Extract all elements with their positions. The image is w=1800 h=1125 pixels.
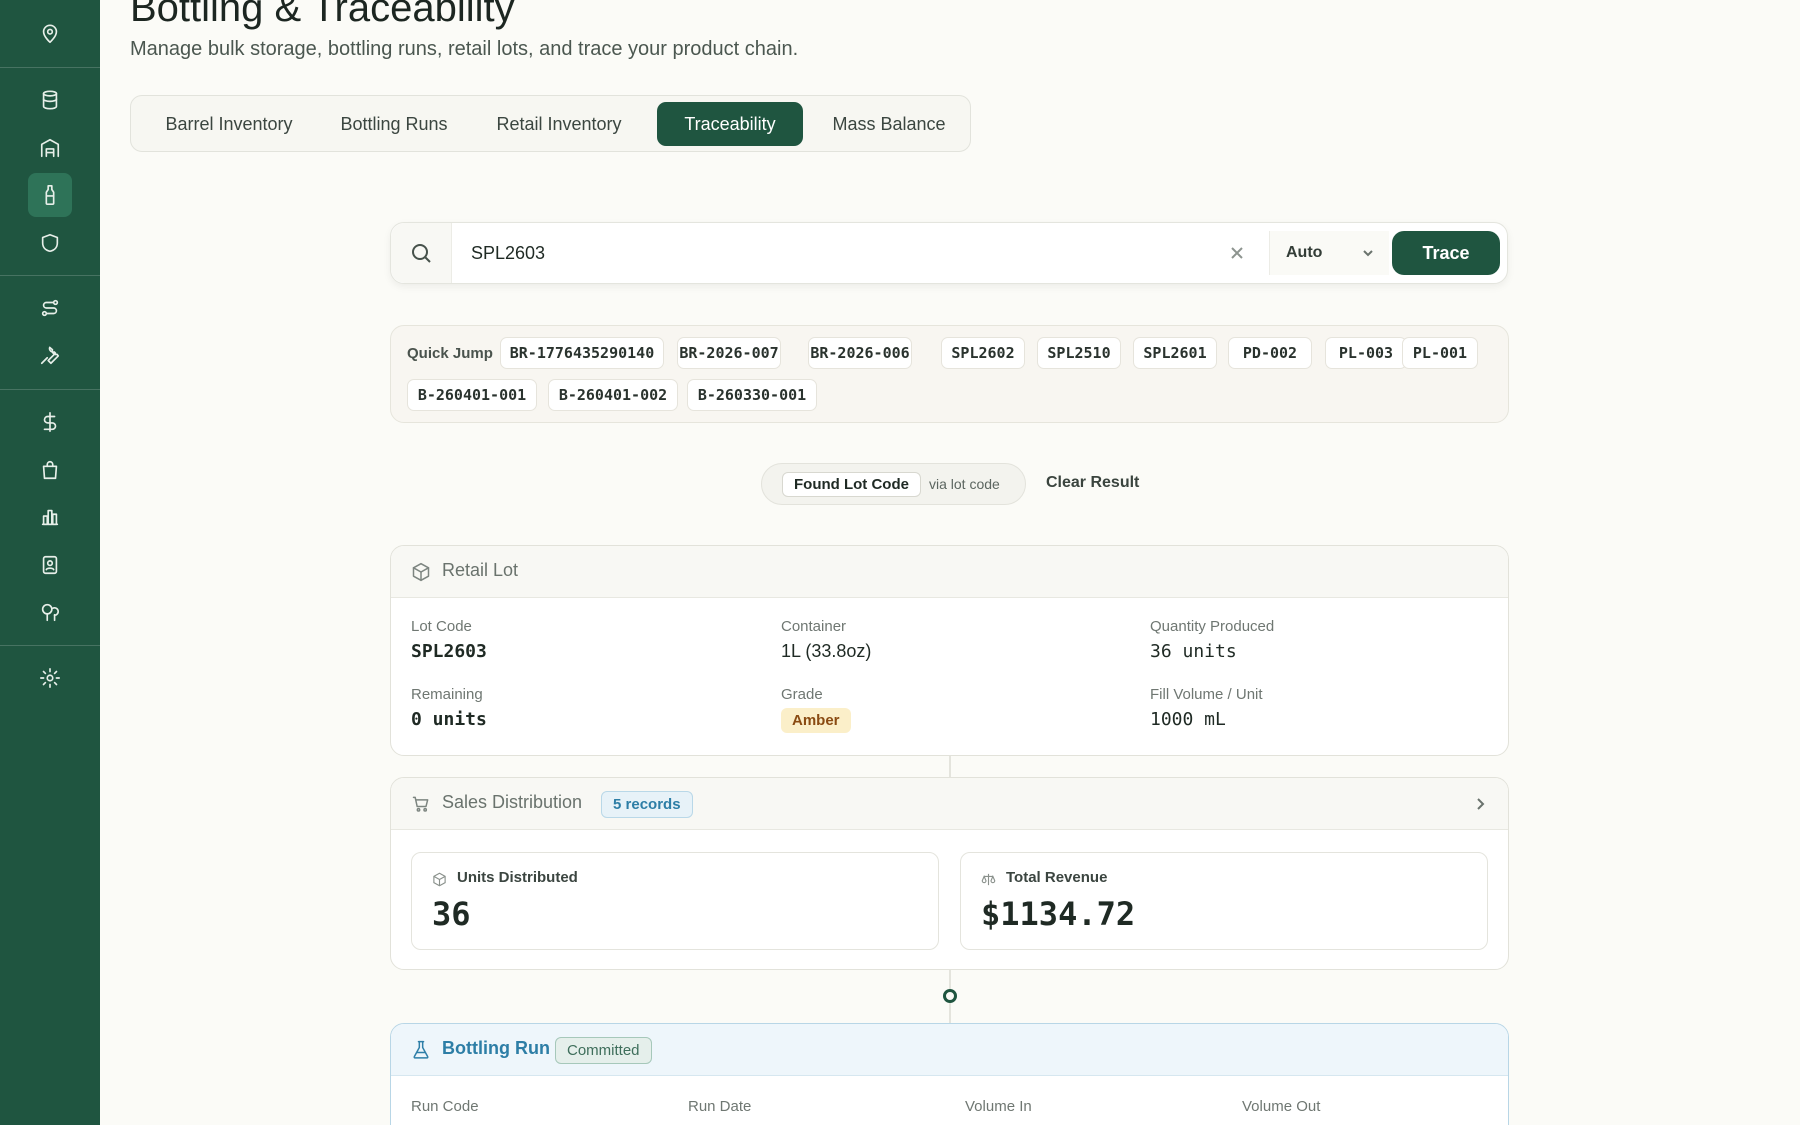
- quick-jump-chip[interactable]: PD-002: [1228, 337, 1312, 369]
- remaining-value: 0 units: [411, 709, 487, 730]
- records-count-badge: 5 records: [601, 791, 693, 818]
- field-label: Grade: [781, 686, 823, 703]
- field-label: Fill Volume / Unit: [1150, 686, 1263, 703]
- quick-jump-chip[interactable]: BR-2026-007: [677, 337, 781, 369]
- units-distributed-value: 36: [432, 895, 471, 933]
- tab-bottling-runs[interactable]: Bottling Runs: [323, 102, 465, 146]
- bottling-run-header: Bottling Run Committed: [391, 1024, 1508, 1076]
- quick-jump-chip[interactable]: PL-003: [1325, 337, 1407, 369]
- tab-mass-balance[interactable]: Mass Balance: [811, 102, 967, 146]
- result-status-pill: Found Lot Code via lot code: [761, 463, 1026, 505]
- quick-jump-chip[interactable]: BR-1776435290140: [500, 337, 664, 369]
- sidebar-divider: [0, 645, 100, 646]
- found-lot-code-badge: Found Lot Code: [782, 472, 921, 497]
- search-mode-select[interactable]: Auto: [1269, 231, 1389, 275]
- tab-barrel-inventory[interactable]: Barrel Inventory: [137, 102, 321, 146]
- flask-icon: [413, 1040, 429, 1059]
- field-label: Lot Code: [411, 618, 472, 635]
- column-header: Volume Out: [1242, 1098, 1321, 1115]
- search-mode-value: Auto: [1286, 244, 1323, 261]
- page-title: Bottling & Traceability: [130, 0, 515, 30]
- grade-badge: Amber: [781, 708, 851, 733]
- chevron-right-icon[interactable]: [1472, 796, 1488, 812]
- quick-jump-chip[interactable]: B-260401-001: [407, 379, 537, 411]
- tab-retail-inventory[interactable]: Retail Inventory: [477, 102, 641, 146]
- trace-connector: [949, 756, 951, 777]
- quick-jump-chip[interactable]: B-260401-002: [548, 379, 678, 411]
- column-header: Run Date: [688, 1098, 752, 1115]
- tab-traceability[interactable]: Traceability: [657, 102, 803, 146]
- clear-search-icon[interactable]: [1225, 241, 1249, 265]
- route-icon[interactable]: [28, 286, 72, 330]
- fill-volume-value: 1000 mL: [1150, 709, 1226, 730]
- units-distributed-label: Units Distributed: [457, 869, 578, 886]
- field-label: Remaining: [411, 686, 483, 703]
- quick-jump-chip[interactable]: SPL2510: [1037, 337, 1121, 369]
- quick-jump-chip[interactable]: BR-2026-006: [808, 337, 912, 369]
- sidebar-divider: [0, 67, 100, 68]
- total-revenue-label: Total Revenue: [1006, 869, 1108, 886]
- retail-lot-card: Retail Lot Lot Code SPL2603 Container 1L…: [390, 545, 1509, 756]
- cart-icon: [412, 796, 429, 812]
- quick-jump-chip[interactable]: SPL2602: [941, 337, 1025, 369]
- sidebar-divider: [0, 389, 100, 390]
- trace-node-dot: [943, 989, 957, 1003]
- match-method: via lot code: [929, 476, 1000, 492]
- units-distributed-stat: Units Distributed 36: [411, 852, 939, 950]
- column-header: Volume In: [965, 1098, 1032, 1115]
- quick-jump-label: Quick Jump: [407, 345, 493, 362]
- sales-distribution-card: Sales Distribution 5 records Units Distr…: [390, 777, 1509, 970]
- container-value: 1L (33.8oz): [781, 641, 872, 661]
- quick-jump-chip[interactable]: PL-001: [1402, 337, 1478, 369]
- trace-button[interactable]: Trace: [1392, 231, 1500, 275]
- total-revenue-stat: Total Revenue $1134.72: [960, 852, 1488, 950]
- chevron-down-icon: [1363, 250, 1373, 257]
- clear-result-button[interactable]: Clear Result: [1046, 474, 1139, 492]
- dollar-icon[interactable]: [28, 400, 72, 444]
- column-header: Run Code: [411, 1098, 479, 1115]
- scale-icon: [981, 873, 996, 886]
- page-subtitle: Manage bulk storage, bottling runs, reta…: [130, 38, 799, 60]
- package-icon: [433, 872, 446, 887]
- bottling-run-card: Bottling Run Committed Run Code Run Date…: [390, 1023, 1509, 1125]
- shield-icon[interactable]: [28, 221, 72, 265]
- tab-bar: Barrel Inventory Bottling Runs Retail In…: [130, 95, 971, 152]
- bottle-icon[interactable]: [28, 173, 72, 217]
- search-icon: [391, 223, 452, 283]
- trace-search-bar: Auto Trace: [390, 222, 1508, 284]
- sidebar-divider: [0, 275, 100, 276]
- total-revenue-value: $1134.72: [981, 895, 1136, 933]
- map-pin-icon[interactable]: [28, 12, 72, 56]
- search-input[interactable]: [471, 237, 1171, 269]
- bottling-run-title: Bottling Run: [442, 1038, 550, 1058]
- sales-distribution-title: Sales Distribution: [442, 792, 583, 812]
- quantity-produced-value: 36 units: [1150, 641, 1237, 662]
- quick-jump-chip[interactable]: B-260330-001: [687, 379, 817, 411]
- retail-lot-title: Retail Lot: [442, 560, 519, 580]
- field-label: Quantity Produced: [1150, 618, 1275, 635]
- warehouse-icon[interactable]: [28, 126, 72, 170]
- committed-status-badge: Committed: [555, 1037, 652, 1064]
- retail-lot-header: Retail Lot: [391, 546, 1508, 598]
- sales-distribution-header[interactable]: Sales Distribution 5 records: [391, 778, 1508, 830]
- package-icon: [412, 562, 430, 582]
- chart-icon[interactable]: [28, 495, 72, 539]
- barrel-icon[interactable]: [28, 78, 72, 122]
- gear-icon[interactable]: [28, 656, 72, 700]
- trees-icon[interactable]: [28, 590, 72, 634]
- shopping-bag-icon[interactable]: [28, 448, 72, 492]
- quick-jump-panel: Quick Jump BR-1776435290140 BR-2026-007 …: [390, 325, 1509, 423]
- quick-jump-chip[interactable]: SPL2601: [1133, 337, 1217, 369]
- contacts-icon[interactable]: [28, 543, 72, 587]
- wrench-icon[interactable]: [28, 333, 72, 377]
- lot-code-value: SPL2603: [411, 641, 487, 662]
- sidebar: [0, 0, 100, 1125]
- field-label: Container: [781, 618, 847, 635]
